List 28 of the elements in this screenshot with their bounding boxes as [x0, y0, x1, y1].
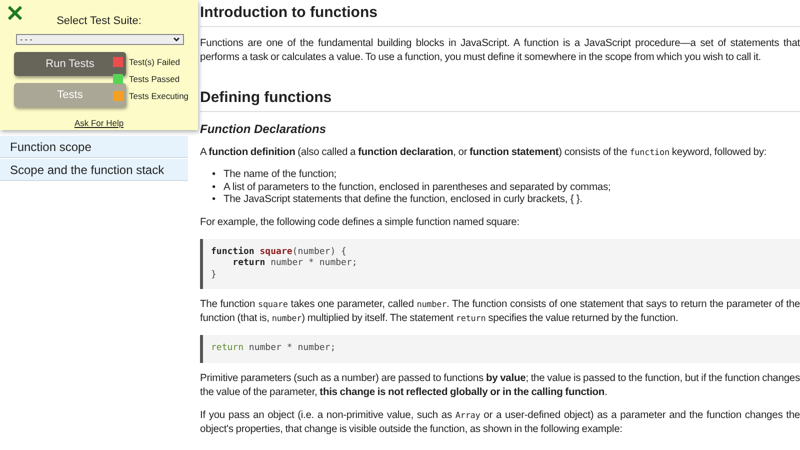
- paragraph: The function square takes one parameter, called number. The function consists of one statement that says to return the parameter of the function (that is, number) multiplied by itself. The statement return specifies the value returned by the function.: [200, 298, 800, 326]
- section-heading: Introduction to functions: [200, 4, 800, 27]
- paragraph: Functions are one of the fundamental building blocks in JavaScript. A function is a JavaScript procedure—a set of statements that performs a task or calculates a value. To use a function, you must define it somewhere in the scope from which you wish to call it.: [200, 37, 800, 65]
- bullet: •: [212, 182, 216, 194]
- legend-label: Tests Executing: [129, 91, 189, 101]
- list-item: The JavaScript statements that define the function, enclosed in curly brackets, { }.: [223, 194, 582, 206]
- panel-title: Select Test Suite:: [56, 15, 142, 27]
- list-item: The name of the function;: [223, 169, 336, 182]
- section-heading: Defining functions: [200, 89, 800, 112]
- bullet: •: [212, 194, 216, 206]
- legend-label: Tests Passed: [129, 74, 180, 84]
- code-block: return number * number;: [200, 335, 800, 362]
- suite-select[interactable]: - - -: [16, 34, 184, 45]
- code-block: function square(number) { return number * number; }: [200, 238, 800, 289]
- paragraph: A function definition (also called a function declaration, or function statement) consists of the function keyword, followed by:: [200, 146, 768, 160]
- sidebar-item[interactable]: Function scope: [0, 136, 188, 158]
- paragraph: Primitive parameters (such as a number) are passed to functions by value; the value is passed to the function, but if the function changes the value of the parameter, this change is not reflected globally or in the calling function.: [200, 372, 800, 400]
- bullet: •: [212, 169, 216, 182]
- list-item: A list of parameters to the function, enclosed in parentheses and separated by commas;: [223, 182, 611, 194]
- paragraph: For example, the following code defines a simple function named square:: [200, 216, 520, 230]
- paragraph: If you pass an object (i.e. a non-primitive value, such as Array or a user-defined object) as a parameter and the function changes the object's properties, that change is visible outside the function, as shown in the following example:: [200, 408, 800, 436]
- help-link[interactable]: Ask For Help: [74, 118, 124, 128]
- subsection-heading: Function Declarations: [200, 122, 328, 136]
- run-tests-button[interactable]: Run Tests: [14, 52, 126, 76]
- sidebar-item[interactable]: Scope and the function stack: [0, 159, 188, 181]
- close-icon[interactable]: [8, 6, 22, 20]
- chevron-icon: [173, 37, 180, 42]
- legend-label: Test(s) Failed: [129, 57, 180, 67]
